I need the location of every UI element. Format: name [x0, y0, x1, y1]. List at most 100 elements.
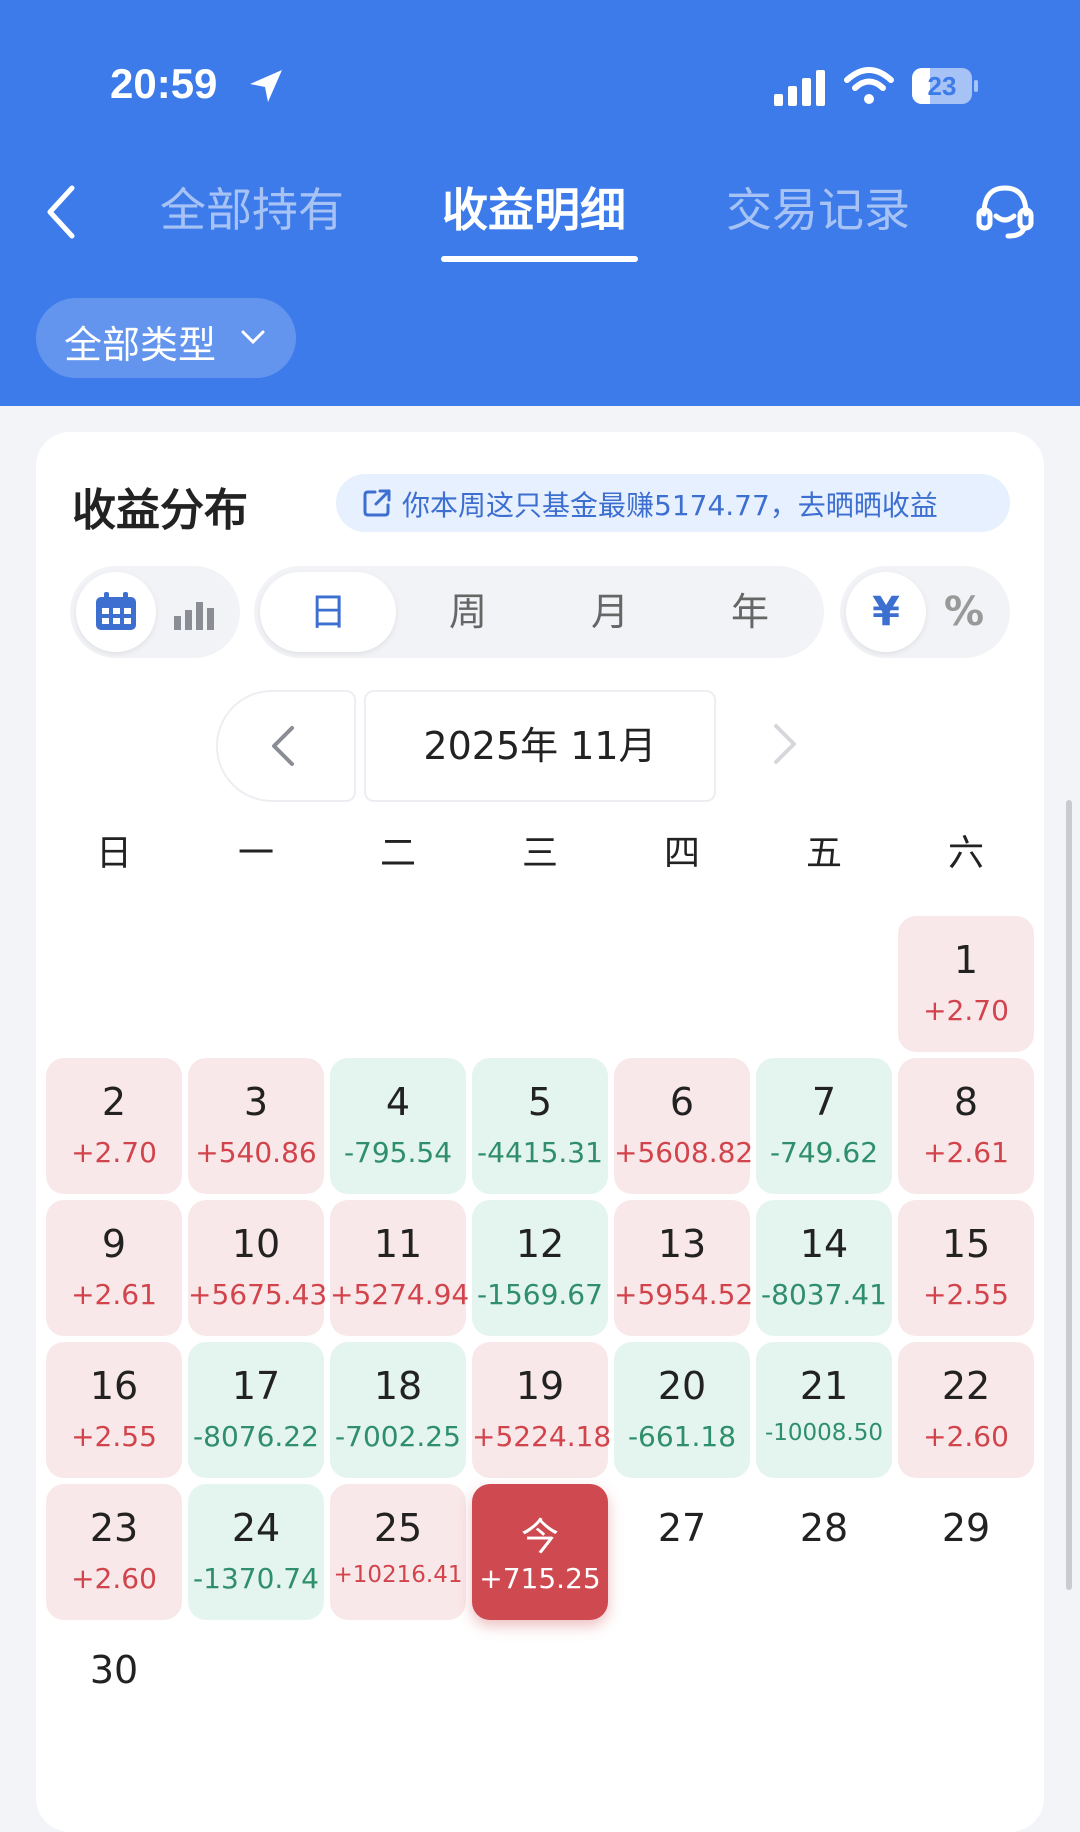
day-number: 8: [953, 1080, 979, 1124]
day-number: 21: [799, 1364, 849, 1408]
cellular-signal-icon: [774, 70, 825, 106]
day-number: 16: [89, 1364, 139, 1408]
chevron-down-icon: [241, 330, 265, 345]
day-number: 3: [243, 1080, 269, 1124]
calendar-day[interactable]: 13 +5954.52: [614, 1200, 754, 1336]
day-number: 2: [101, 1080, 127, 1124]
day-earnings: -7002.25: [335, 1420, 461, 1453]
battery-indicator: 23: [912, 68, 978, 104]
day-earnings: +5608.82: [614, 1136, 754, 1169]
calendar-day[interactable]: 15 +2.55: [898, 1200, 1034, 1336]
day-number: 10: [231, 1222, 281, 1266]
day-number: 14: [799, 1222, 849, 1266]
calendar-day[interactable]: 6 +5608.82: [614, 1058, 754, 1194]
day-earnings: -1569.67: [477, 1278, 603, 1311]
calendar-day[interactable]: 1 +2.70: [898, 916, 1034, 1052]
tab-all-holdings[interactable]: 全部持有: [160, 174, 344, 240]
customer-service-icon[interactable]: [974, 180, 1036, 242]
day-earnings: -749.62: [769, 1136, 879, 1169]
day-earnings: -8037.41: [761, 1278, 887, 1311]
day-earnings: +2.60: [923, 1420, 1009, 1453]
calendar-day[interactable]: 21 -10008.50: [756, 1342, 892, 1478]
day-earnings: +10216.41: [333, 1562, 463, 1588]
day-earnings: +540.86: [195, 1136, 317, 1169]
scrollbar[interactable]: [1066, 800, 1072, 1590]
day-earnings: -10008.50: [764, 1420, 884, 1446]
calendar-day-today[interactable]: 今 +715.25: [472, 1484, 608, 1620]
calendar-day[interactable]: 28: [756, 1484, 892, 1620]
calendar-day[interactable]: 9 +2.61: [46, 1200, 182, 1336]
day-earnings: +2.61: [71, 1278, 157, 1311]
day-number: 25: [373, 1506, 423, 1550]
day-number: 23: [89, 1506, 139, 1550]
calendar-day[interactable]: 30: [46, 1626, 182, 1762]
calendar-day[interactable]: 7 -749.62: [756, 1058, 892, 1194]
calendar-day[interactable]: 17 -8076.22: [188, 1342, 324, 1478]
day-number: 1: [953, 938, 979, 982]
calendar-day[interactable]: 11 +5274.94: [330, 1200, 470, 1336]
day-earnings: +2.55: [71, 1420, 157, 1453]
day-earnings: +5224.18: [472, 1420, 612, 1453]
header: 20:59 23 全部持有 收益明细 交易记录 全部类型: [0, 0, 1080, 406]
day-number: 19: [515, 1364, 565, 1408]
top-nav: 全部持有 收益明细 交易记录: [0, 160, 1080, 270]
day-earnings: -795.54: [343, 1136, 453, 1169]
day-number: 9: [101, 1222, 127, 1266]
tab-earnings-detail[interactable]: 收益明细: [442, 174, 626, 240]
calendar-day[interactable]: 27: [614, 1484, 750, 1620]
type-filter-label: 全部类型: [64, 323, 217, 367]
calendar-day[interactable]: 16 +2.55: [46, 1342, 182, 1478]
calendar-day[interactable]: 29: [898, 1484, 1034, 1620]
calendar-grid: 1 +2.70 2 +2.70 3 +540.86 4 -795.54 5 -4415.31 6 +5…: [36, 432, 1044, 1832]
calendar-day[interactable]: 20 -661.18: [614, 1342, 750, 1478]
location-arrow-icon: [250, 70, 282, 102]
day-number: 7: [811, 1080, 837, 1124]
day-number: 20: [657, 1364, 707, 1408]
calendar-day[interactable]: 25 +10216.41: [330, 1484, 466, 1620]
active-tab-indicator: [441, 256, 638, 262]
day-number: 30: [89, 1648, 139, 1692]
calendar-day[interactable]: 24 -1370.74: [188, 1484, 324, 1620]
calendar-day[interactable]: 14 -8037.41: [756, 1200, 892, 1336]
day-number: 15: [941, 1222, 991, 1266]
day-number: 27: [657, 1506, 707, 1550]
calendar-day[interactable]: 18 -7002.25: [330, 1342, 466, 1478]
day-number: 12: [515, 1222, 565, 1266]
battery-percent: 23: [927, 71, 957, 101]
day-earnings: +715.25: [479, 1562, 601, 1595]
calendar-day[interactable]: 10 +5675.43: [188, 1200, 328, 1336]
day-number: 18: [373, 1364, 423, 1408]
day-earnings: +5274.94: [330, 1278, 470, 1311]
back-arrow-icon[interactable]: [40, 182, 84, 242]
tab-transaction-records[interactable]: 交易记录: [726, 174, 910, 240]
calendar-day[interactable]: 22 +2.60: [898, 1342, 1034, 1478]
day-earnings: +2.55: [923, 1278, 1009, 1311]
day-number: 5: [527, 1080, 553, 1124]
day-earnings: +2.61: [923, 1136, 1009, 1169]
calendar-day[interactable]: 3 +540.86: [188, 1058, 324, 1194]
day-number: 24: [231, 1506, 281, 1550]
day-number: 11: [373, 1222, 423, 1266]
calendar-day[interactable]: 19 +5224.18: [472, 1342, 612, 1478]
calendar-day[interactable]: 2 +2.70: [46, 1058, 182, 1194]
day-earnings: +5675.43: [188, 1278, 328, 1311]
day-number: 13: [657, 1222, 707, 1266]
wifi-icon: [844, 67, 894, 104]
battery-tip: [974, 80, 978, 92]
calendar-day[interactable]: 12 -1569.67: [472, 1200, 608, 1336]
calendar-day[interactable]: 4 -795.54: [330, 1058, 466, 1194]
calendar-day[interactable]: 8 +2.61: [898, 1058, 1034, 1194]
calendar-day[interactable]: 5 -4415.31: [472, 1058, 608, 1194]
calendar-day[interactable]: 23 +2.60: [46, 1484, 182, 1620]
status-bar: 20:59 23: [0, 0, 1080, 120]
day-earnings: +2.70: [923, 994, 1009, 1027]
earnings-card: 收益分布 你本周这只基金最赚5174.77，去晒晒收益 日 周 月 年 ¥ % …: [36, 432, 1044, 1832]
day-number: 4: [385, 1080, 411, 1124]
type-filter-dropdown[interactable]: 全部类型: [36, 298, 296, 378]
day-number: 22: [941, 1364, 991, 1408]
day-number: 28: [799, 1506, 849, 1550]
day-earnings: +5954.52: [614, 1278, 754, 1311]
day-earnings: -4415.31: [477, 1136, 603, 1169]
day-earnings: -8076.22: [193, 1420, 319, 1453]
day-earnings: +2.70: [71, 1136, 157, 1169]
